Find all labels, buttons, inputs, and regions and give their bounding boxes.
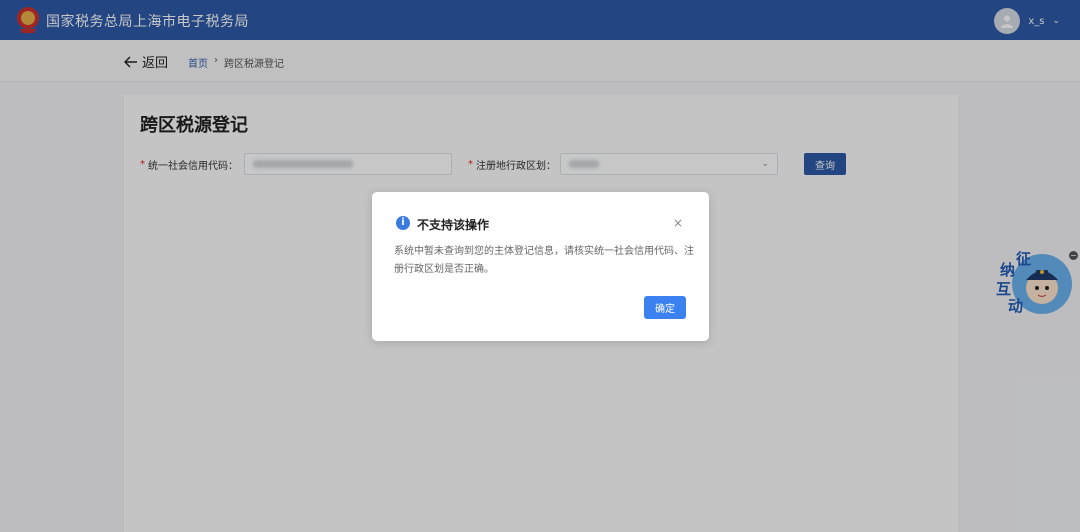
dialog-title: 不支持该操作 <box>417 218 490 232</box>
alert-dialog: i 不支持该操作 × 系统中暂未查询到您的主体登记信息，请核实统一社会信用代码、… <box>372 192 709 341</box>
confirm-button[interactable]: 确定 <box>644 296 686 319</box>
dialog-message: 系统中暂未查询到您的主体登记信息，请核实统一社会信用代码、注册行政区划是否正确。 <box>394 246 694 275</box>
close-icon[interactable]: × <box>673 216 683 230</box>
info-icon: i <box>396 216 410 230</box>
